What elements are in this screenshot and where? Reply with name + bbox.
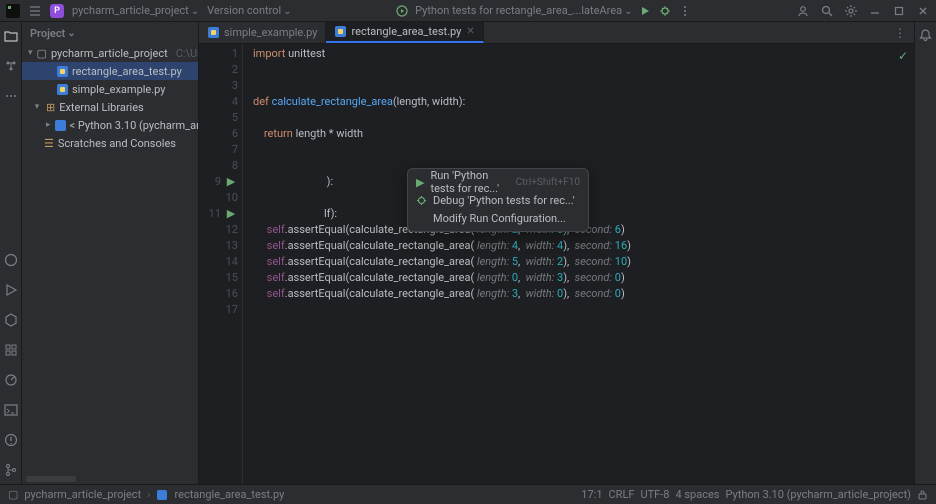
tree-file-label: rectangle_area_test.py	[72, 65, 182, 78]
run-button-icon[interactable]	[638, 4, 652, 18]
project-badge: P	[50, 4, 64, 18]
hamburger-icon[interactable]	[28, 4, 42, 18]
ctx-debug[interactable]: Debug 'Python tests for rec...'	[408, 191, 588, 209]
minimize-icon[interactable]	[868, 4, 882, 18]
debug-icon	[416, 195, 427, 206]
python-packages-icon[interactable]	[3, 312, 19, 328]
vcs-tool-icon[interactable]	[3, 462, 19, 478]
project-selector[interactable]: pycharm_article_project	[72, 4, 199, 17]
tree-ext-lib-label: External Libraries	[59, 101, 144, 114]
python-file-icon	[156, 489, 168, 501]
run-config-selector[interactable]: Python tests for rectangle_area_...lateA…	[415, 4, 632, 17]
profiler-icon[interactable]	[3, 372, 19, 388]
tree-file-selected[interactable]: rectangle_area_test.py	[22, 62, 198, 80]
run-tool-icon[interactable]	[3, 282, 19, 298]
gutter-run-icon[interactable]: ▶	[224, 174, 238, 190]
tree-python-int[interactable]: ▸ < Python 3.10 (pycharm_article_p	[22, 116, 198, 134]
settings-icon[interactable]	[844, 4, 858, 18]
terminal-tool-icon[interactable]	[3, 402, 19, 418]
app-logo-icon	[6, 4, 20, 18]
more-actions-icon[interactable]	[678, 4, 692, 18]
tree-file-label: simple_example.py	[72, 83, 165, 96]
status-bar: ▢ pycharm_article_project › rectangle_ar…	[0, 484, 936, 504]
line-gutter: 1 2 3 4 5 6 7 8 9▶ 10 11▶ 12 13 14 15 16…	[199, 44, 243, 484]
run-config-icon	[395, 4, 409, 18]
tree-file[interactable]: simple_example.py	[22, 80, 198, 98]
vcs-menu[interactable]: Version control	[207, 4, 291, 17]
code-editor[interactable]: 1 2 3 4 5 6 7 8 9▶ 10 11▶ 12 13 14 15 16…	[199, 44, 914, 484]
structure-tool-icon[interactable]	[3, 58, 19, 74]
readonly-lock-icon[interactable]	[917, 489, 928, 500]
tree-python-label: < Python 3.10 (pycharm_article_p	[70, 119, 198, 132]
interpreter[interactable]: Python 3.10 (pycharm_article_project)	[726, 488, 912, 501]
close-icon[interactable]	[916, 4, 930, 18]
tab-label: simple_example.py	[224, 26, 317, 39]
python-file-icon	[207, 27, 219, 39]
tree-root[interactable]: ▾ ▢ pycharm_article_project C:\Users	[22, 44, 198, 62]
tree-scratch-label: Scratches and Consoles	[58, 137, 176, 150]
inspection-ok-icon[interactable]: ✓	[898, 48, 908, 64]
breadcrumb-folder-icon: ▢	[8, 488, 18, 501]
cursor-position[interactable]: 17:1	[581, 488, 602, 501]
tab-close-icon[interactable]: ✕	[466, 26, 474, 37]
services-tool-icon[interactable]	[3, 342, 19, 358]
problems-tool-icon[interactable]	[3, 432, 19, 448]
gutter-run-icon[interactable]: ▶	[224, 206, 238, 222]
run-icon: ▶	[416, 176, 424, 189]
gutter-context-menu: ▶ Run 'Python tests for rec...' Ctrl+Shi…	[407, 168, 589, 232]
ctx-run-shortcut: Ctrl+Shift+F10	[516, 177, 580, 188]
left-tool-rail	[0, 22, 22, 484]
tab-simple-example[interactable]: simple_example.py	[199, 22, 326, 43]
search-icon[interactable]	[820, 4, 834, 18]
ctx-run-label: Run 'Python tests for rec...'	[430, 169, 509, 195]
editor-tabs: simple_example.py rectangle_area_test.py…	[199, 22, 914, 44]
python-file-icon	[56, 65, 68, 77]
encoding[interactable]: UTF-8	[640, 488, 669, 501]
title-bar: P pycharm_article_project Version contro…	[0, 0, 936, 22]
project-tree: ▾ ▢ pycharm_article_project C:\Users rec…	[22, 44, 198, 476]
project-sidebar: Project ▾ ▢ pycharm_article_project C:\U…	[22, 22, 199, 484]
code-text[interactable]: import unittest def calculate_rectangle_…	[243, 44, 914, 484]
right-tool-rail	[914, 22, 936, 484]
sidebar-scrollbar[interactable]	[26, 476, 76, 482]
python-file-icon	[334, 26, 346, 38]
tab-rectangle-test[interactable]: rectangle_area_test.py ✕	[326, 22, 483, 43]
more-tools-icon[interactable]	[3, 88, 19, 104]
notifications-icon[interactable]	[918, 28, 933, 43]
breadcrumb-file[interactable]: rectangle_area_test.py	[174, 488, 284, 501]
library-icon: ⊞	[46, 101, 55, 114]
ctx-modify[interactable]: Modify Run Configuration...	[408, 209, 588, 227]
project-tool-icon[interactable]	[3, 28, 19, 44]
maximize-icon[interactable]	[892, 4, 906, 18]
breadcrumb-project[interactable]: pycharm_article_project	[24, 488, 141, 501]
scratch-icon: ☰	[44, 137, 54, 150]
tree-ext-lib[interactable]: ▾ ⊞ External Libraries	[22, 98, 198, 116]
ctx-modify-label: Modify Run Configuration...	[433, 212, 566, 225]
tree-root-label: pycharm_article_project	[51, 47, 168, 60]
indent[interactable]: 4 spaces	[675, 488, 719, 501]
python-file-icon	[56, 83, 68, 95]
tree-scratch[interactable]: ☰ Scratches and Consoles	[22, 134, 198, 152]
python-icon	[55, 120, 66, 131]
debug-button-icon[interactable]	[658, 4, 672, 18]
tree-root-path: C:\Users	[176, 47, 198, 60]
project-panel-header[interactable]: Project	[22, 22, 198, 44]
folder-icon: ▢	[37, 47, 47, 60]
ctx-run[interactable]: ▶ Run 'Python tests for rec...' Ctrl+Shi…	[408, 173, 588, 191]
tab-label: rectangle_area_test.py	[351, 25, 461, 38]
python-console-icon[interactable]	[3, 252, 19, 268]
collab-icon[interactable]	[796, 4, 810, 18]
line-ending[interactable]: CRLF	[609, 488, 635, 501]
ctx-debug-label: Debug 'Python tests for rec...'	[433, 194, 575, 207]
tabs-more-icon[interactable]: ⋮	[894, 26, 906, 40]
